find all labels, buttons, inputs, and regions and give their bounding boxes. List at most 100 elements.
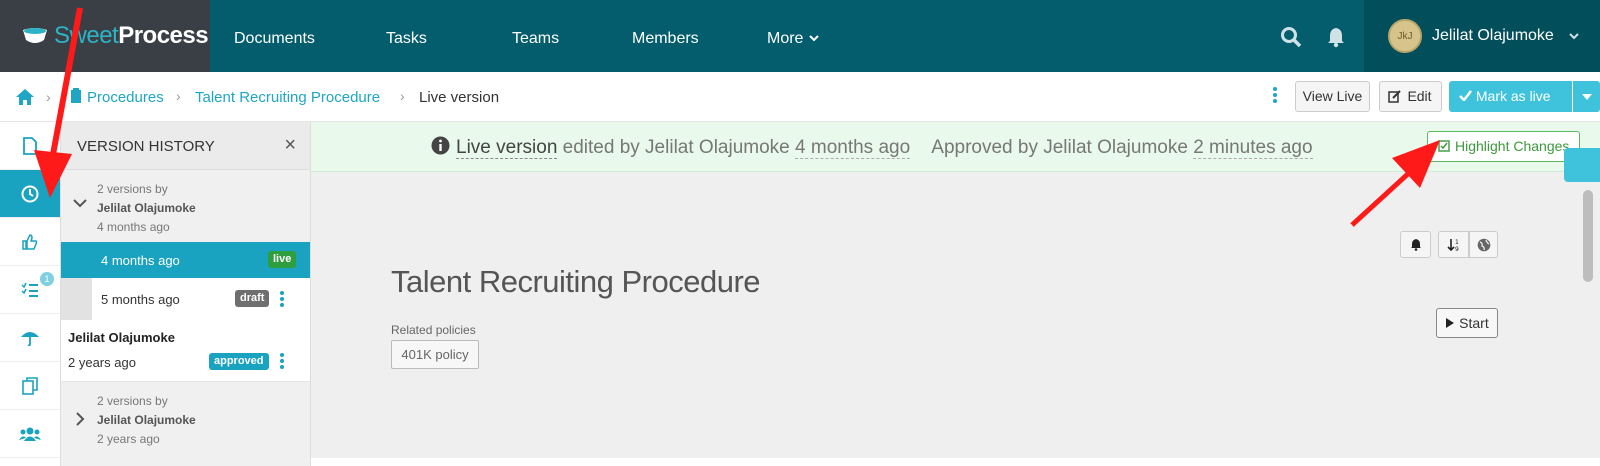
side-tab[interactable]	[1564, 148, 1600, 182]
clock-icon	[21, 185, 39, 202]
nav-documents[interactable]: Documents	[234, 0, 315, 72]
nav-teams[interactable]: Teams	[512, 0, 559, 72]
live-version-banner: Live version edited by Jelilat Olajumoke…	[311, 122, 1600, 172]
version-item-live[interactable]: 4 months ago live	[61, 242, 310, 278]
version-history-panel: VERSION HISTORY × 2 versions by Jelilat …	[61, 122, 311, 466]
breadcrumb-current: Live version	[419, 89, 500, 106]
version-indent	[61, 278, 92, 320]
policy-tag[interactable]: 401K policy	[391, 340, 479, 369]
banner-edited-time: 4 months ago	[795, 137, 911, 159]
breadcrumb-procedures[interactable]: Procedures	[87, 89, 164, 106]
top-navbar: SweetProcess Documents Tasks Teams Membe…	[0, 0, 1600, 72]
edit-icon	[1388, 90, 1401, 103]
related-policies-label: Related policies	[391, 323, 476, 337]
banner-edited-by: edited by Jelilat Olajumoke	[557, 137, 796, 158]
globe-icon	[1477, 238, 1490, 251]
version-time: 2 years ago	[68, 355, 136, 370]
chevron-down-icon	[1569, 33, 1579, 40]
logo-cup-icon	[23, 28, 47, 43]
app-logo[interactable]: SweetProcess	[0, 0, 210, 72]
svg-text:9: 9	[1455, 246, 1459, 252]
version-time: 4 months ago	[101, 253, 180, 268]
more-options-icon[interactable]	[279, 352, 285, 370]
version-item-draft[interactable]: 5 months ago draft	[61, 278, 310, 320]
chevron-down-icon	[73, 199, 87, 208]
version-history-header: VERSION HISTORY ×	[61, 122, 310, 170]
highlight-changes-button[interactable]: Highlight Changes	[1427, 131, 1580, 162]
main-content: Live version edited by Jelilat Olajumoke…	[311, 122, 1600, 466]
banner-live-label: Live version	[456, 137, 558, 159]
sidebar-item-copies[interactable]	[0, 362, 60, 410]
sidebar-item-document[interactable]	[0, 122, 60, 170]
umbrella-icon	[21, 331, 39, 346]
version-group-count: 2 versions by	[97, 394, 168, 408]
version-group-time: 2 years ago	[97, 432, 160, 446]
sort-icon: 19	[1446, 238, 1459, 252]
info-icon	[431, 136, 450, 155]
user-menu[interactable]: JkJ Jelilat Olajumoke	[1364, 0, 1600, 72]
close-icon[interactable]: ×	[284, 134, 296, 157]
nav-more[interactable]: More	[767, 0, 820, 72]
sidebar-item-approvals[interactable]	[0, 218, 60, 266]
mark-as-live-button[interactable]: Mark as live	[1449, 81, 1572, 112]
breadcrumb-separator: ›	[400, 88, 405, 104]
version-group[interactable]: 2 versions by Jelilat Olajumoke 4 months…	[61, 170, 310, 242]
scrollbar[interactable]	[1583, 190, 1593, 282]
check-icon	[1459, 90, 1472, 102]
bell-icon[interactable]	[1326, 26, 1346, 48]
document-icon	[23, 136, 37, 155]
nav-members[interactable]: Members	[632, 0, 699, 72]
task-count-badge: 1	[40, 272, 54, 286]
breadcrumb-separator: ›	[176, 88, 181, 104]
bell-icon	[1410, 239, 1421, 251]
view-live-button[interactable]: View Live	[1295, 81, 1370, 112]
svg-text:1: 1	[1455, 239, 1459, 246]
checkbox-icon	[1438, 140, 1450, 152]
content-bottom-strip	[311, 458, 1600, 466]
version-group-time: 4 months ago	[97, 220, 170, 234]
caret-down-icon	[1581, 94, 1592, 100]
draft-badge: draft	[235, 290, 270, 307]
user-name: Jelilat Olajumoke	[1432, 27, 1554, 44]
approved-badge: approved	[209, 353, 269, 370]
sidebar-item-policies[interactable]	[0, 314, 60, 362]
version-group-author: Jelilat Olajumoke	[97, 413, 196, 427]
banner-approved-by: Approved by Jelilat Olajumoke	[931, 137, 1194, 158]
breadcrumb-separator: ›	[46, 89, 51, 105]
sidebar-item-history[interactable]	[0, 170, 60, 218]
thumbs-up-icon	[22, 233, 38, 250]
version-group[interactable]: 2 versions by Jelilat Olajumoke 2 years …	[61, 382, 310, 458]
version-history-title: VERSION HISTORY	[77, 138, 215, 155]
avatar: JkJ	[1388, 19, 1422, 53]
start-button[interactable]: Start	[1436, 308, 1498, 338]
home-icon[interactable]	[15, 88, 35, 106]
version-time: 5 months ago	[101, 292, 180, 307]
more-options-icon[interactable]	[1272, 86, 1278, 104]
language-button[interactable]	[1469, 231, 1498, 258]
breadcrumb-procedure-name[interactable]: Talent Recruiting Procedure	[195, 89, 380, 106]
version-author: Jelilat Olajumoke	[68, 330, 175, 345]
search-icon[interactable]	[1280, 26, 1302, 48]
sidebar-rail: 1	[0, 122, 61, 466]
version-group-author: Jelilat Olajumoke	[97, 201, 196, 215]
logo-text: SweetProcess	[54, 22, 209, 49]
play-icon	[1446, 318, 1455, 328]
copy-icon	[22, 376, 38, 395]
sidebar-item-team[interactable]	[0, 410, 60, 458]
chevron-right-icon	[76, 412, 85, 426]
nav-tasks[interactable]: Tasks	[386, 0, 427, 72]
more-options-icon[interactable]	[279, 290, 285, 308]
chevron-down-icon	[809, 35, 819, 42]
mark-as-live-dropdown[interactable]	[1573, 81, 1600, 112]
sidebar-item-tasks[interactable]: 1	[0, 266, 60, 314]
users-icon	[19, 427, 41, 441]
procedure-title: Talent Recruiting Procedure	[391, 264, 761, 299]
banner-approved-time: 2 minutes ago	[1193, 137, 1313, 159]
version-group-count: 2 versions by	[97, 182, 168, 196]
version-item-approved[interactable]: Jelilat Olajumoke 2 years ago approved	[61, 320, 310, 382]
live-badge: live	[268, 251, 297, 268]
clipboard-icon	[71, 88, 81, 103]
notify-button[interactable]	[1400, 231, 1431, 258]
sort-button[interactable]: 19	[1438, 231, 1469, 258]
edit-button[interactable]: Edit	[1379, 81, 1442, 112]
